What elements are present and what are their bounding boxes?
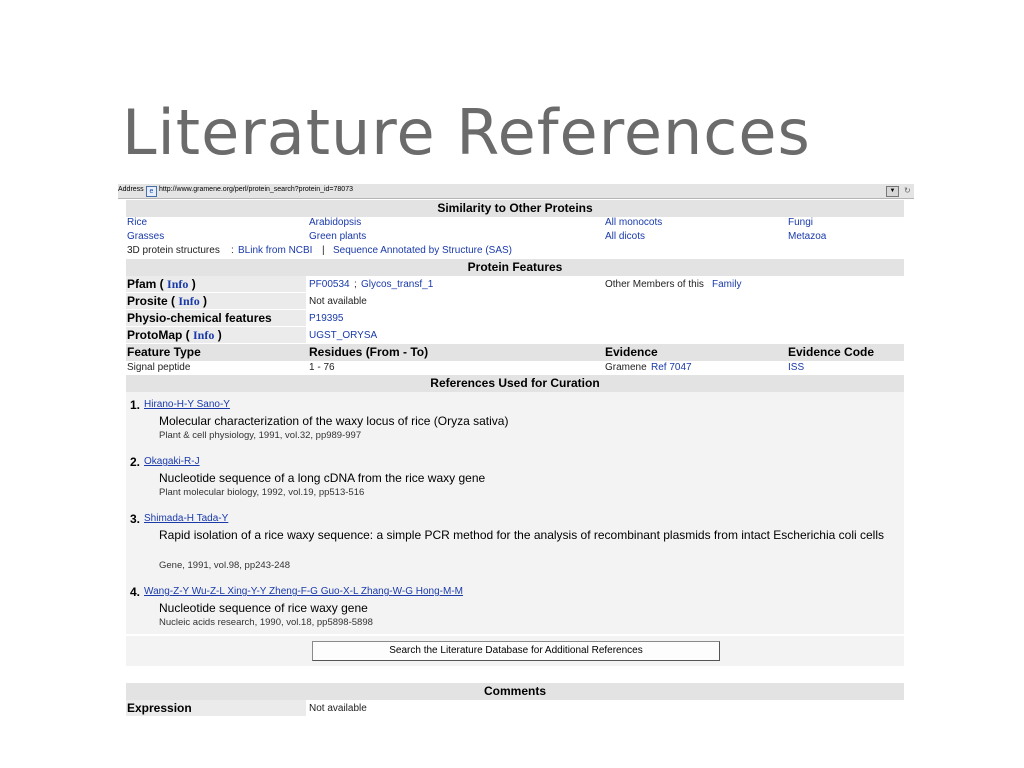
reference-authors-link[interactable]: Shimada-H Tada-Y: [144, 513, 228, 524]
link-fungi[interactable]: Fungi: [788, 217, 813, 228]
pfam-label: Pfam ( Info ): [127, 277, 196, 291]
feature-table-header: Feature Type Residues (From - To) Eviden…: [126, 344, 904, 361]
evidence-text: Gramene: [605, 362, 647, 373]
reference-source: Plant molecular biology, 1992, vol.19, p…: [159, 487, 365, 498]
reference-title: Nucleotide sequence of rice waxy gene: [159, 601, 368, 615]
references-list: 1. Hirano-H-Y Sano-Y Molecular character…: [126, 392, 904, 634]
address-bar: Address e http://www.gramene.org/perl/pr…: [118, 184, 914, 199]
pfam-id-link[interactable]: PF00534: [309, 279, 350, 290]
evidence-ref-link[interactable]: Ref 7047: [651, 362, 692, 373]
reference-title: Molecular characterization of the waxy l…: [159, 414, 509, 428]
prosite-value: Not available: [309, 296, 367, 307]
feature-table-row: Signal peptide 1 - 76 Gramene Ref 7047 I…: [126, 361, 904, 375]
residues-value: 1 - 76: [309, 362, 335, 373]
search-button-row: Search the Literature Database for Addit…: [126, 636, 904, 666]
reference-number: 2.: [130, 455, 141, 469]
chevron-down-icon[interactable]: ▼: [886, 186, 899, 197]
pfam-info-link[interactable]: Info: [167, 277, 188, 291]
reference-authors-link[interactable]: Hirano-H-Y Sano-Y: [144, 399, 230, 410]
page-icon: e: [146, 186, 157, 197]
similarity-row-1: Rice Arabidopsis All monocots Fungi: [126, 217, 904, 231]
col-evidence: Evidence: [605, 345, 658, 359]
link-rice[interactable]: Rice: [127, 217, 147, 228]
protomap-row: ProtoMap ( Info ) UGST_ORYSA: [126, 327, 904, 344]
reference-source: Gene, 1991, vol.98, pp243-248: [159, 560, 290, 571]
link-grasses[interactable]: Grasses: [127, 231, 164, 242]
browser-screenshot: Address e http://www.gramene.org/perl/pr…: [118, 184, 914, 716]
reference-title: Nucleotide sequence of a long cDNA from …: [159, 471, 486, 485]
go-icon[interactable]: ↻: [904, 186, 911, 195]
pfam-name-link[interactable]: Glycos_transf_1: [361, 279, 433, 290]
reference-authors-link[interactable]: Okagaki-R-J: [144, 456, 200, 467]
col-feature-type: Feature Type: [127, 345, 201, 359]
address-label: Address: [118, 186, 144, 193]
link-metazoa[interactable]: Metazoa: [788, 231, 826, 242]
reference-number: 3.: [130, 512, 141, 526]
structures-row: 3D protein structures : BLink from NCBI …: [126, 245, 904, 259]
reference-authors-link[interactable]: Wang-Z-Y Wu-Z-L Xing-Y-Y Zheng-F-G Guo-X…: [144, 586, 463, 597]
pfam-row: Pfam ( Info ) PF00534 ; Glycos_transf_1 …: [126, 276, 904, 293]
protomap-link[interactable]: UGST_ORYSA: [309, 330, 377, 341]
reference-source: Plant & cell physiology, 1991, vol.32, p…: [159, 430, 362, 441]
protomap-label: ProtoMap ( Info ): [127, 328, 222, 342]
reference-title: Rapid isolation of a rice waxy sequence:…: [159, 528, 884, 542]
col-evidence-code: Evidence Code: [788, 345, 875, 359]
link-all-monocots[interactable]: All monocots: [605, 217, 662, 228]
link-green-plants[interactable]: Green plants: [309, 231, 366, 242]
structures-label: 3D protein structures: [127, 245, 220, 256]
expression-row: Expression Not available: [126, 700, 904, 717]
physio-row: Physio-chemical features P19395: [126, 310, 904, 327]
reference-number: 4.: [130, 585, 141, 599]
prosite-row: Prosite ( Info ) Not available: [126, 293, 904, 310]
col-residues: Residues (From - To): [309, 345, 429, 359]
slide-title: Literature References: [122, 96, 811, 169]
reference-source: Nucleic acids research, 1990, vol.18, pp…: [159, 617, 373, 628]
link-arabidopsis[interactable]: Arabidopsis: [309, 217, 361, 228]
link-all-dicots[interactable]: All dicots: [605, 231, 645, 242]
link-sas[interactable]: Sequence Annotated by Structure (SAS): [333, 245, 512, 256]
structures-colon: :: [231, 245, 234, 256]
address-url[interactable]: http://www.gramene.org/perl/protein_sear…: [159, 186, 353, 193]
prosite-label: Prosite ( Info ): [127, 294, 208, 308]
other-members-text: Other Members of this: [605, 279, 704, 290]
expression-label: Expression: [127, 701, 192, 715]
similarity-header: Similarity to Other Proteins: [126, 200, 904, 217]
reference-number: 1.: [130, 398, 141, 412]
prosite-info-link[interactable]: Info: [178, 294, 199, 308]
protomap-info-link[interactable]: Info: [193, 328, 214, 342]
feature-type-value: Signal peptide: [127, 362, 191, 373]
family-link[interactable]: Family: [712, 279, 741, 290]
link-blink[interactable]: BLink from NCBI: [238, 245, 312, 256]
comments-header: Comments: [126, 683, 904, 700]
similarity-row-2: Grasses Green plants All dicots Metazoa: [126, 231, 904, 245]
features-header: Protein Features: [126, 259, 904, 276]
physio-link[interactable]: P19395: [309, 313, 343, 324]
expression-value: Not available: [309, 703, 367, 714]
references-header: References Used for Curation: [126, 375, 904, 392]
link-separator: |: [322, 245, 325, 256]
physio-label: Physio-chemical features: [127, 311, 272, 325]
pfam-separator: ;: [354, 279, 357, 290]
search-literature-button[interactable]: Search the Literature Database for Addit…: [312, 641, 720, 661]
evidence-code-link[interactable]: ISS: [788, 362, 804, 373]
